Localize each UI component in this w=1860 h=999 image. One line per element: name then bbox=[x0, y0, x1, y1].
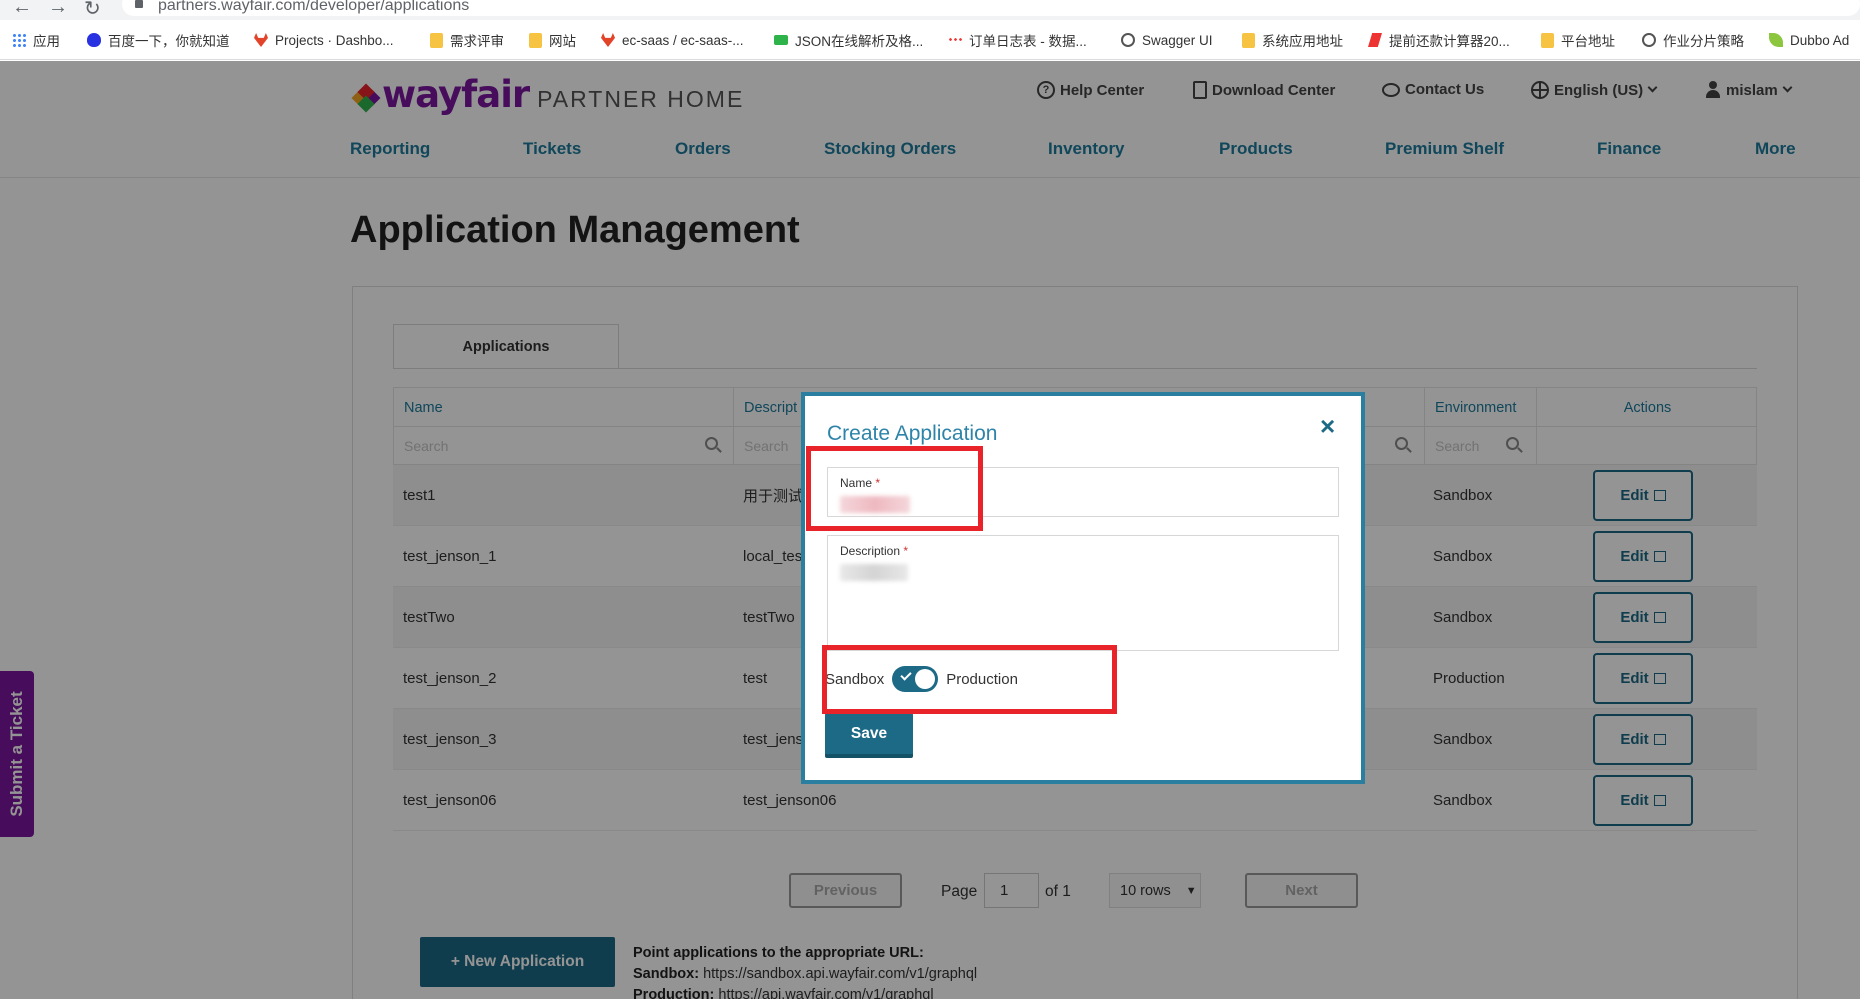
folder-icon bbox=[1541, 32, 1554, 48]
bookmark-item[interactable]: 需求评审 bbox=[430, 30, 504, 50]
save-button[interactable]: Save bbox=[825, 713, 913, 758]
folder-icon bbox=[529, 32, 542, 48]
baidu-icon bbox=[87, 33, 101, 47]
back-arrow-icon[interactable]: ← bbox=[12, 0, 32, 19]
bookmark-item[interactable]: ec-saas / ec-saas-... bbox=[601, 30, 744, 50]
globe-icon bbox=[1121, 33, 1135, 47]
url-text[interactable]: partners.wayfair.com/developer/applicati… bbox=[158, 0, 469, 15]
house-icon bbox=[1368, 33, 1382, 47]
apps-icon bbox=[12, 33, 26, 47]
bookmark-item[interactable]: 系统应用地址 bbox=[1242, 30, 1343, 50]
description-value-redacted bbox=[840, 564, 908, 581]
forward-arrow-icon[interactable]: → bbox=[48, 0, 68, 19]
lock-icon bbox=[135, 0, 143, 8]
bookmark-item[interactable]: Swagger UI bbox=[1121, 30, 1213, 50]
gitlab-icon bbox=[601, 33, 615, 47]
bookmark-item[interactable]: 作业分片策略 bbox=[1642, 30, 1744, 50]
folder-icon bbox=[430, 32, 443, 48]
bookmark-item[interactable]: 提前还款计算器20... bbox=[1368, 30, 1510, 50]
bookmark-item[interactable]: JSON在线解析及格... bbox=[774, 30, 923, 50]
bookmark-item[interactable]: 应用 bbox=[12, 30, 60, 50]
bookmark-item[interactable]: 平台地址 bbox=[1541, 30, 1615, 50]
bookmark-item[interactable]: 网站 bbox=[529, 30, 576, 50]
log-icon bbox=[948, 37, 962, 43]
bookmarks-bar: 应用 百度一下，你就知道 Projects · Dashbo... 需求评审 网… bbox=[0, 20, 1860, 60]
browser-toolbar: ← → ↻ partners.wayfair.com/developer/app… bbox=[0, 0, 1860, 20]
bookmark-item[interactable]: 百度一下，你就知道 bbox=[87, 30, 230, 50]
close-icon[interactable]: × bbox=[1320, 413, 1335, 439]
description-label: Description * bbox=[840, 544, 909, 558]
modal-title: Create Application bbox=[827, 422, 998, 445]
folder-icon bbox=[1242, 32, 1255, 48]
bookmark-item[interactable]: Projects · Dashbo... bbox=[254, 30, 394, 50]
leaf-icon bbox=[1769, 33, 1783, 47]
reload-icon[interactable]: ↻ bbox=[84, 0, 101, 21]
bookmark-item[interactable]: Dubbo Ad bbox=[1769, 30, 1849, 50]
highlight-box-toggle bbox=[822, 645, 1117, 714]
bookmark-item[interactable]: 订单日志表 - 数据... bbox=[948, 30, 1087, 50]
json-icon bbox=[774, 35, 788, 45]
description-field[interactable]: Description * bbox=[827, 535, 1339, 651]
highlight-box-name bbox=[806, 446, 983, 531]
gitlab-icon bbox=[254, 33, 268, 47]
globe-icon bbox=[1642, 33, 1656, 47]
